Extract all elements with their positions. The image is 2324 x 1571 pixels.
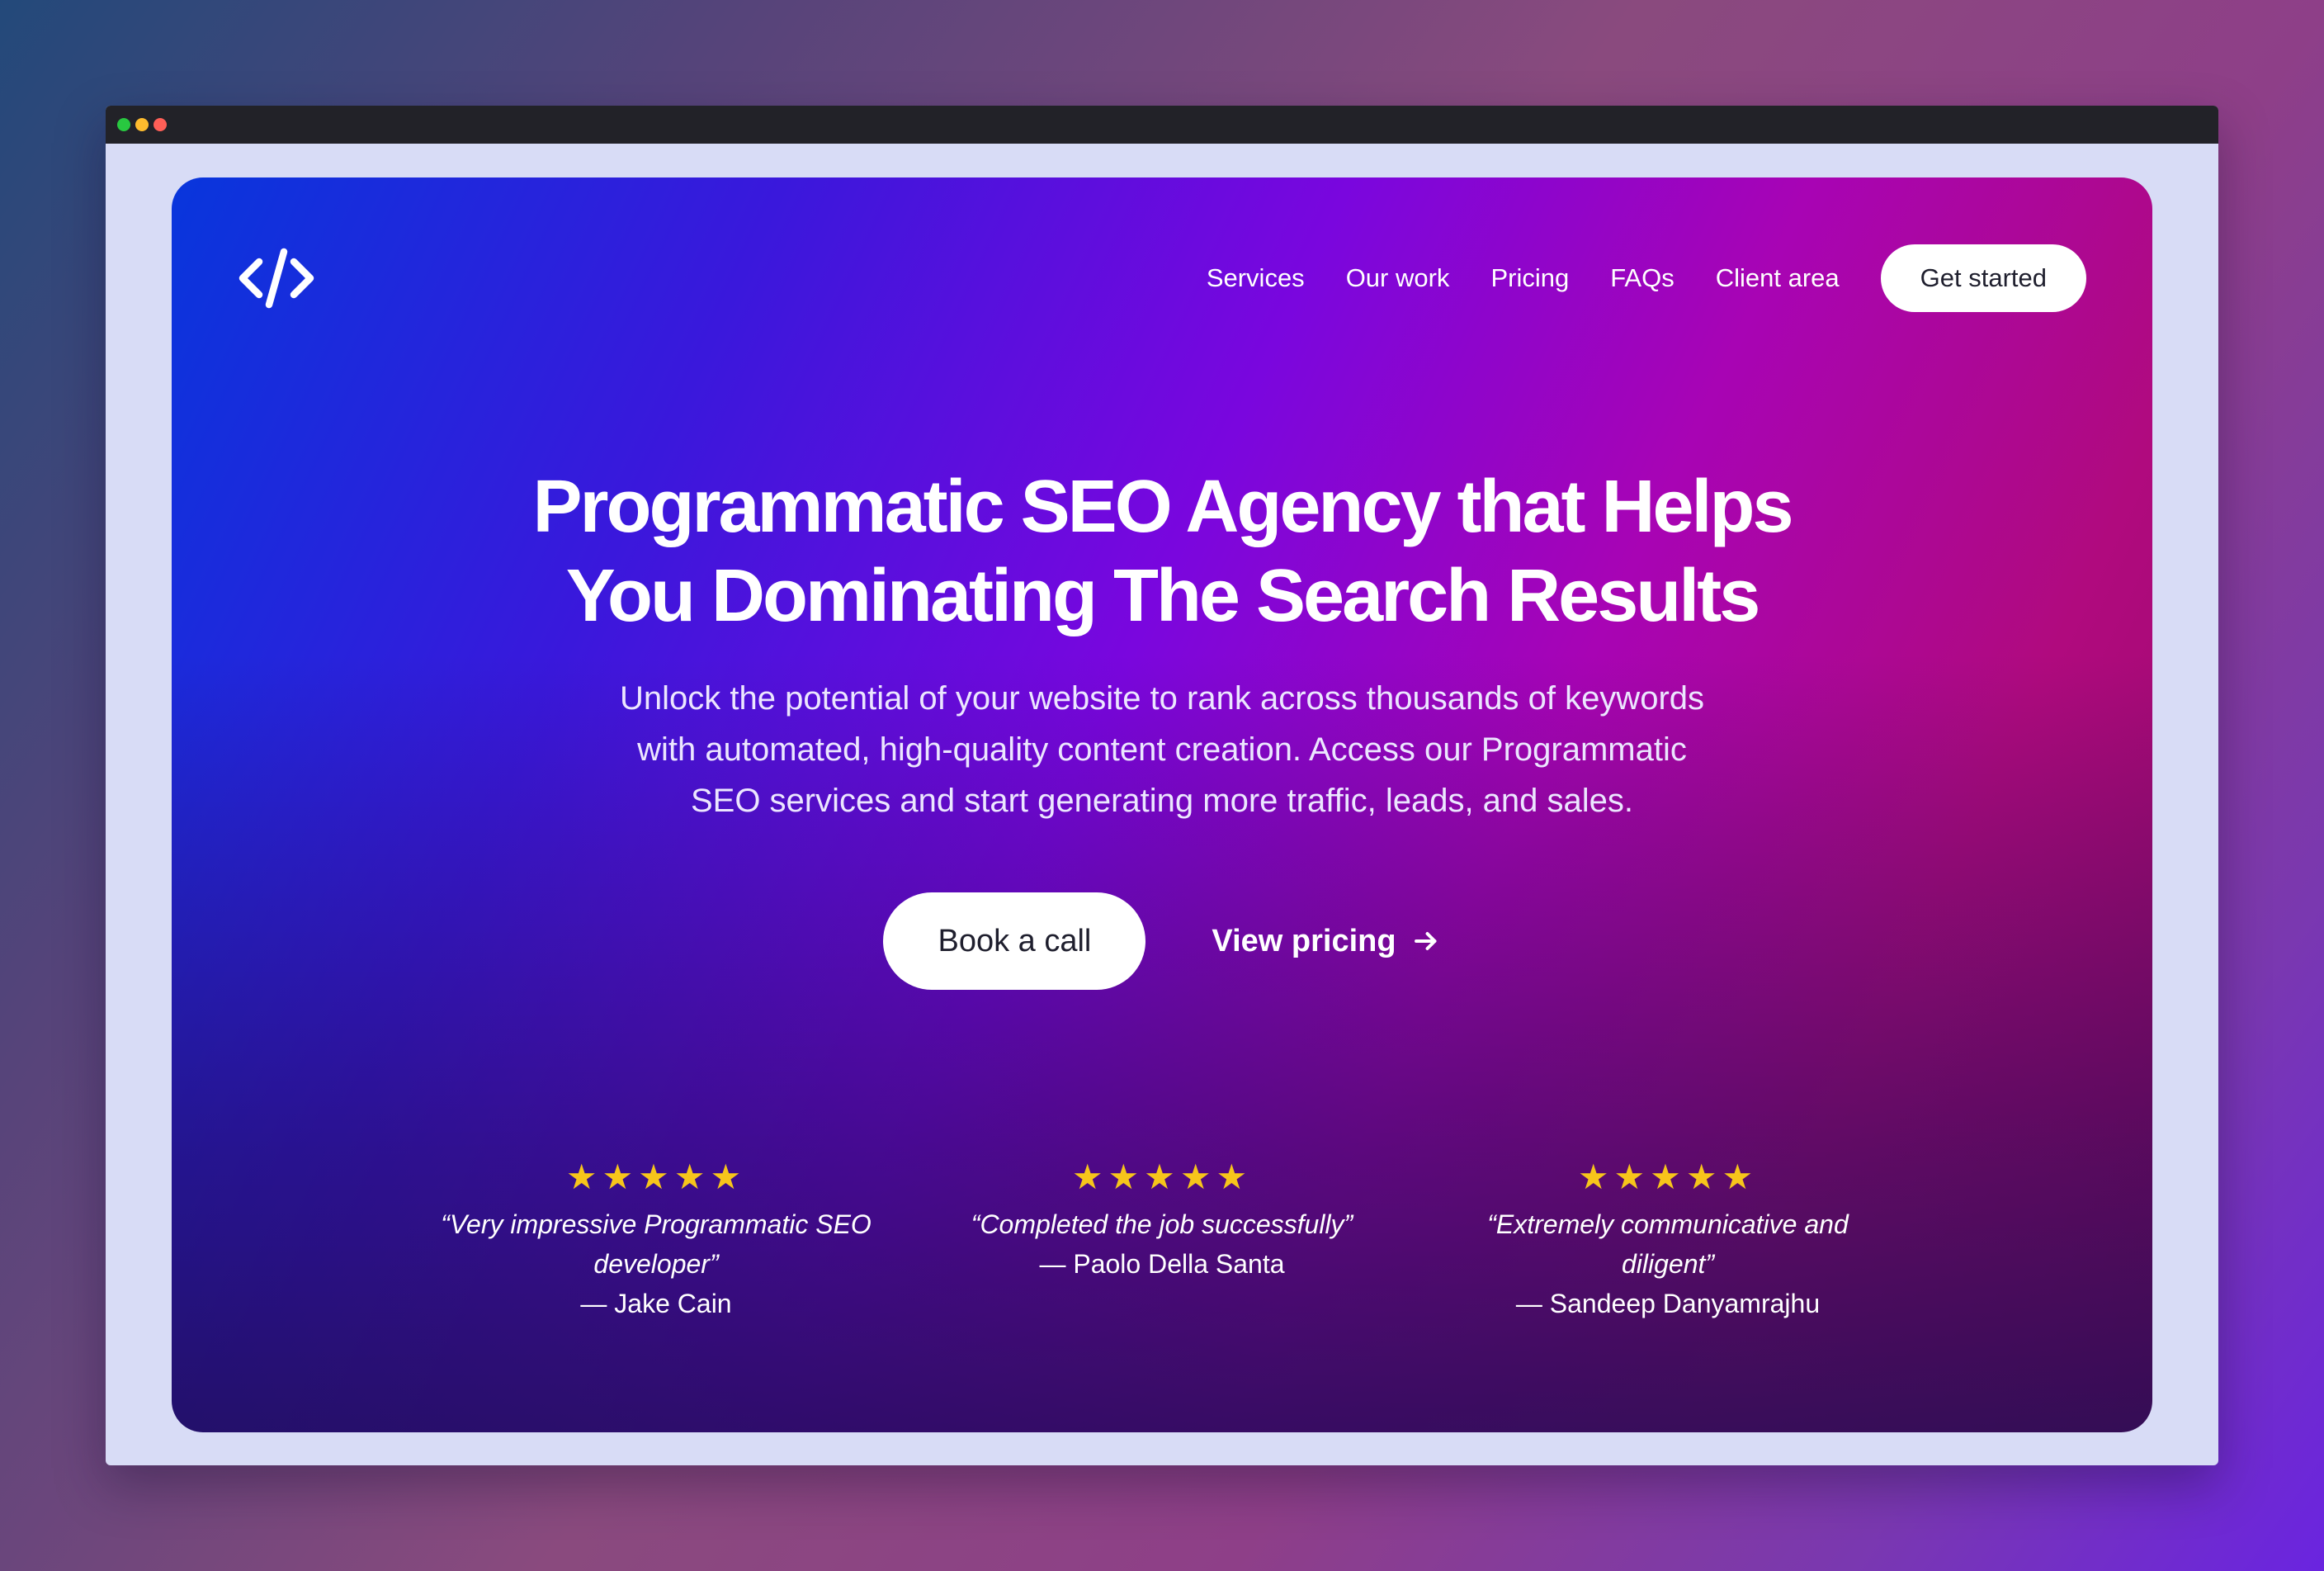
quote-line: diligent” [1621, 1249, 1715, 1279]
window-titlebar [106, 106, 2218, 144]
quote-line: “Completed the job successfully” [971, 1209, 1353, 1239]
nav-faqs[interactable]: FAQs [1610, 263, 1675, 293]
quote-line: “Extremely communicative and [1487, 1209, 1849, 1239]
testimonials: ★★★★★ “Very impressive Programmatic SEO … [172, 1158, 2152, 1323]
main-nav: Services Our work Pricing FAQs Client ar… [1207, 244, 2086, 313]
nav-services[interactable]: Services [1207, 263, 1305, 293]
browser-window: Services Our work Pricing FAQs Client ar… [106, 106, 2218, 1465]
testimonial-quote: “Very impressive Programmatic SEO develo… [416, 1204, 897, 1284]
hero-subtitle: Unlock the potential of your website to … [172, 673, 2152, 826]
arrow-right-icon [1414, 932, 1437, 950]
hero-title: Programmatic SEO Agency that Helps You D… [172, 462, 2152, 641]
view-pricing-link[interactable]: View pricing [1212, 924, 1440, 959]
testimonial-item: ★★★★★ “Very impressive Programmatic SEO … [416, 1158, 897, 1323]
hero-subtitle-line: SEO services and start generating more t… [690, 783, 1634, 819]
view-pricing-label: View pricing [1212, 923, 1396, 958]
nav-pricing[interactable]: Pricing [1490, 263, 1569, 293]
maximize-window-button[interactable] [154, 118, 167, 131]
get-started-button[interactable]: Get started [1880, 244, 2086, 312]
hero-cta-row: Book a call View pricing [172, 892, 2152, 990]
nav-client-area[interactable]: Client area [1716, 263, 1840, 293]
hero-subtitle-line: with automated, high-quality content cre… [637, 731, 1687, 768]
star-rating-icon: ★★★★★ [565, 1157, 747, 1196]
testimonial-item: ★★★★★ “Extremely communicative and dilig… [1428, 1158, 1909, 1323]
minimize-window-button[interactable] [135, 118, 149, 131]
testimonial-quote: “Extremely communicative and diligent” [1428, 1204, 1909, 1284]
quote-line: developer” [593, 1249, 719, 1279]
book-a-call-button[interactable]: Book a call [883, 892, 1146, 990]
hero-title-line: You Dominating The Search Results [565, 555, 1761, 637]
testimonial-author: — Paolo Della Santa [1039, 1249, 1285, 1279]
testimonial-item: ★★★★★ “Completed the job successfully” —… [922, 1158, 1403, 1323]
nav-our-work[interactable]: Our work [1346, 263, 1450, 293]
testimonial-quote: “Completed the job successfully” [922, 1204, 1403, 1244]
star-rating-icon: ★★★★★ [1071, 1157, 1253, 1196]
hero-subtitle-line: Unlock the potential of your website to … [619, 680, 1705, 717]
code-brackets-icon[interactable] [238, 247, 315, 310]
testimonial-author: — Jake Cain [580, 1289, 732, 1318]
hero-section: Services Our work Pricing FAQs Client ar… [172, 177, 2152, 1432]
quote-line: “Very impressive Programmatic SEO [441, 1209, 872, 1239]
close-window-button[interactable] [117, 118, 130, 131]
star-rating-icon: ★★★★★ [1577, 1157, 1759, 1196]
hero-title-line: Programmatic SEO Agency that Helps [532, 466, 1793, 548]
testimonial-author: — Sandeep Danyamrajhu [1515, 1289, 1821, 1318]
